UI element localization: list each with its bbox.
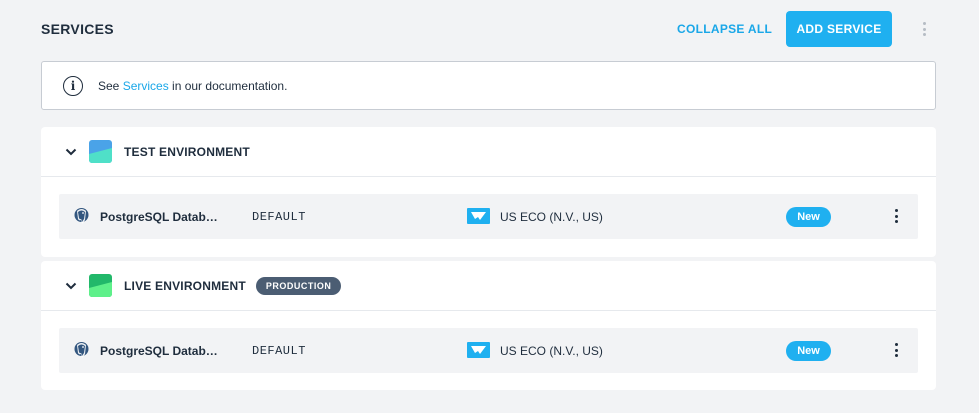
- postgresql-icon: [74, 342, 89, 358]
- environment-name: LIVE ENVIRONMENT: [124, 278, 246, 293]
- add-service-button[interactable]: ADD SERVICE: [786, 11, 892, 47]
- environment-header: LIVE ENVIRONMENT PRODUCTION: [41, 261, 936, 311]
- info-icon: i: [63, 75, 83, 96]
- page-title: SERVICES: [41, 21, 114, 37]
- service-name: PostgreSQL Datab…: [100, 209, 218, 224]
- environment-header: TEST ENVIRONMENT: [41, 127, 936, 177]
- production-badge: PRODUCTION: [255, 276, 342, 295]
- service-row[interactable]: PostgreSQL Datab… DEFAULT US ECO (N.V., …: [59, 194, 918, 239]
- service-region: US ECO (N.V., US): [500, 343, 603, 358]
- service-region: US ECO (N.V., US): [500, 209, 603, 224]
- info-text: See Services in our documentation.: [98, 79, 287, 93]
- chevron-down-icon[interactable]: [65, 146, 77, 158]
- status-badge: New: [786, 341, 831, 361]
- region-flag-icon: [467, 208, 490, 224]
- service-name: PostgreSQL Datab…: [100, 343, 218, 358]
- row-options-icon[interactable]: [893, 343, 899, 357]
- info-suffix: in our documentation.: [168, 78, 288, 93]
- postgresql-icon: [74, 208, 89, 224]
- service-environment: DEFAULT: [252, 343, 306, 358]
- environment-card-test: TEST ENVIRONMENT PostgreSQL Datab… DEFAU…: [41, 127, 936, 257]
- environment-logo: [89, 274, 112, 297]
- info-prefix: See: [98, 78, 123, 93]
- info-banner: i See Services in our documentation.: [41, 61, 936, 110]
- row-options-icon[interactable]: [893, 209, 899, 223]
- collapse-all-link[interactable]: COLLAPSE ALL: [677, 22, 772, 36]
- status-badge: New: [786, 207, 831, 227]
- service-environment: DEFAULT: [252, 209, 306, 224]
- more-options-icon[interactable]: [919, 20, 929, 38]
- environment-logo: [89, 140, 112, 163]
- environment-card-live: LIVE ENVIRONMENT PRODUCTION PostgreSQL D…: [41, 261, 936, 390]
- region-flag-icon: [467, 342, 490, 358]
- service-row[interactable]: PostgreSQL Datab… DEFAULT US ECO (N.V., …: [59, 328, 918, 373]
- environment-name: TEST ENVIRONMENT: [124, 144, 250, 159]
- chevron-down-icon[interactable]: [65, 280, 77, 292]
- services-docs-link[interactable]: Services: [123, 79, 169, 93]
